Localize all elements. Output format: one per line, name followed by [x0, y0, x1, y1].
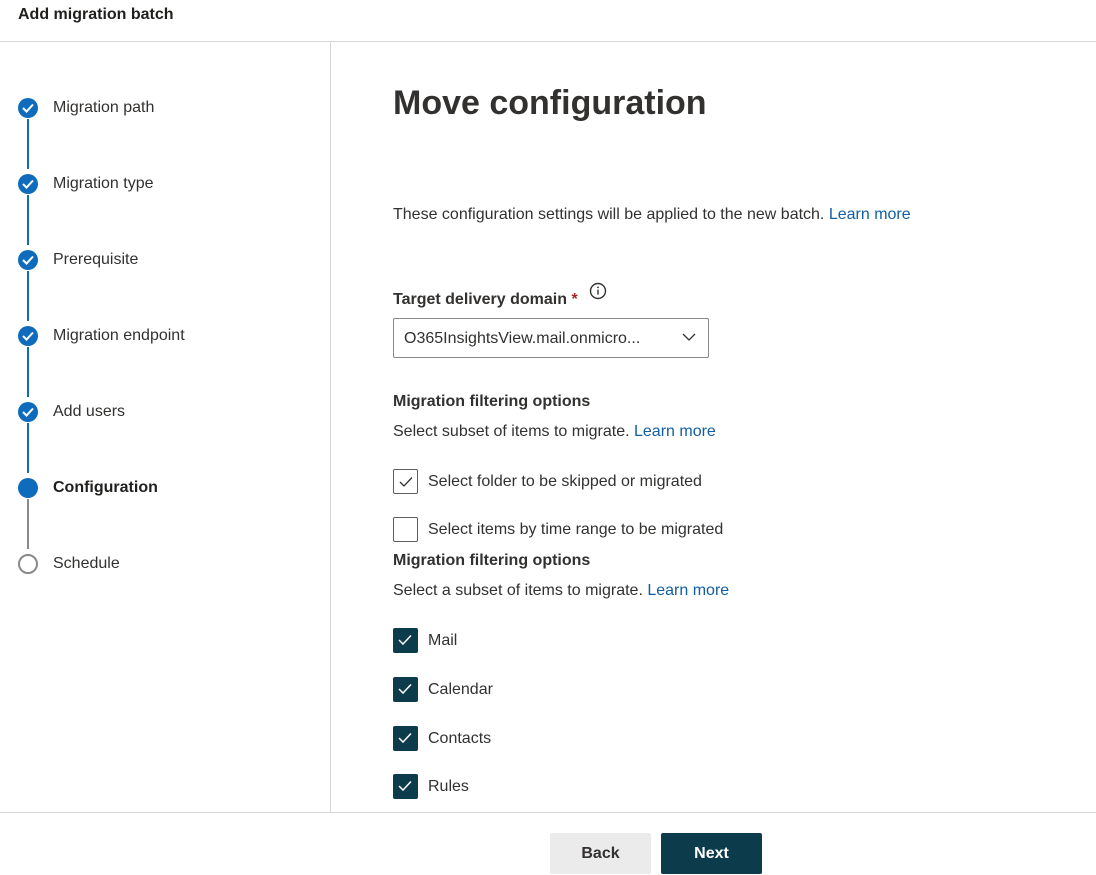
page-title: Move configuration — [393, 84, 707, 122]
step-connector — [27, 423, 29, 473]
step-prerequisite[interactable]: Prerequisite — [0, 247, 320, 273]
panel-header: Add migration batch — [0, 0, 1096, 42]
filtering-section-title: Migration filtering options — [393, 393, 591, 410]
checkmark-icon — [398, 732, 412, 744]
step-connector — [27, 499, 29, 549]
panel-title: Add migration batch — [18, 6, 174, 23]
step-label: Prerequisite — [53, 251, 139, 268]
wizard-steps: Migration path Migration type Prerequisi… — [0, 42, 331, 812]
step-empty-circle-icon — [18, 554, 38, 574]
step-label: Migration endpoint — [53, 327, 185, 344]
checkmark-icon — [399, 477, 413, 487]
filtering-section-title: Migration filtering options — [393, 552, 591, 569]
back-button[interactable]: Back — [550, 833, 651, 874]
filtering-section-subtitle: Select subset of items to migrate. Learn… — [393, 423, 716, 440]
step-check-icon — [18, 174, 38, 194]
chevron-down-icon — [682, 333, 696, 341]
step-configuration[interactable]: Configuration — [0, 475, 320, 501]
skip-folder-option[interactable]: Select folder to be skipped or migrated — [393, 469, 893, 495]
checkbox-label: Select folder to be skipped or migrated — [428, 473, 702, 490]
checkbox-label: Rules — [428, 778, 469, 795]
main-content: Move configuration These configuration s… — [332, 42, 1096, 812]
step-connector — [27, 347, 29, 397]
calendar-option[interactable]: Calendar — [393, 677, 893, 703]
rules-option[interactable]: Rules — [393, 774, 893, 800]
step-label: Schedule — [53, 555, 120, 572]
step-current-dot-icon — [18, 478, 38, 498]
checkbox[interactable] — [393, 628, 418, 653]
checkmark-icon — [398, 683, 412, 695]
checkbox-label: Mail — [428, 632, 458, 649]
step-connector — [27, 195, 29, 245]
checkbox-label: Select items by time range to be migrate… — [428, 521, 724, 538]
contacts-option[interactable]: Contacts — [393, 726, 893, 752]
description-text: These configuration settings will be app… — [393, 206, 825, 223]
step-migration-endpoint[interactable]: Migration endpoint — [0, 323, 320, 349]
dropdown-selected-value: O365InsightsView.mail.onmicro... — [404, 330, 641, 347]
step-check-icon — [18, 326, 38, 346]
step-migration-path[interactable]: Migration path — [0, 95, 320, 121]
checkmark-icon — [398, 634, 412, 646]
step-label: Migration path — [53, 99, 155, 116]
learn-more-link[interactable]: Learn more — [634, 423, 716, 440]
target-domain-label: Target delivery domain * — [393, 291, 578, 308]
checkbox-label: Calendar — [428, 681, 493, 698]
learn-more-link[interactable]: Learn more — [647, 582, 729, 599]
time-range-option[interactable]: Select items by time range to be migrate… — [393, 517, 893, 543]
target-domain-dropdown[interactable]: O365InsightsView.mail.onmicro... — [393, 318, 709, 358]
next-button[interactable]: Next — [661, 833, 762, 874]
step-label: Migration type — [53, 175, 154, 192]
step-connector — [27, 119, 29, 169]
checkbox[interactable] — [393, 677, 418, 702]
step-migration-type[interactable]: Migration type — [0, 171, 320, 197]
step-label: Configuration — [53, 479, 158, 496]
mail-option[interactable]: Mail — [393, 628, 893, 654]
step-check-icon — [18, 250, 38, 270]
learn-more-link[interactable]: Learn more — [829, 206, 911, 223]
checkbox-label: Contacts — [428, 730, 492, 747]
step-check-icon — [18, 402, 38, 422]
step-check-icon — [18, 98, 38, 118]
checkmark-icon — [398, 780, 412, 792]
info-icon[interactable] — [589, 282, 607, 300]
step-add-users[interactable]: Add users — [0, 399, 320, 425]
step-schedule[interactable]: Schedule — [0, 551, 320, 577]
required-marker: * — [571, 291, 578, 308]
step-label: Add users — [53, 403, 126, 420]
checkbox[interactable] — [393, 469, 418, 494]
step-connector — [27, 271, 29, 321]
checkbox[interactable] — [393, 726, 418, 751]
panel-footer: Back Next — [0, 812, 1096, 875]
checkbox[interactable] — [393, 774, 418, 799]
checkbox[interactable] — [393, 517, 418, 542]
filtering-section-subtitle: Select a subset of items to migrate. Lea… — [393, 582, 730, 599]
config-description: These configuration settings will be app… — [393, 206, 911, 224]
